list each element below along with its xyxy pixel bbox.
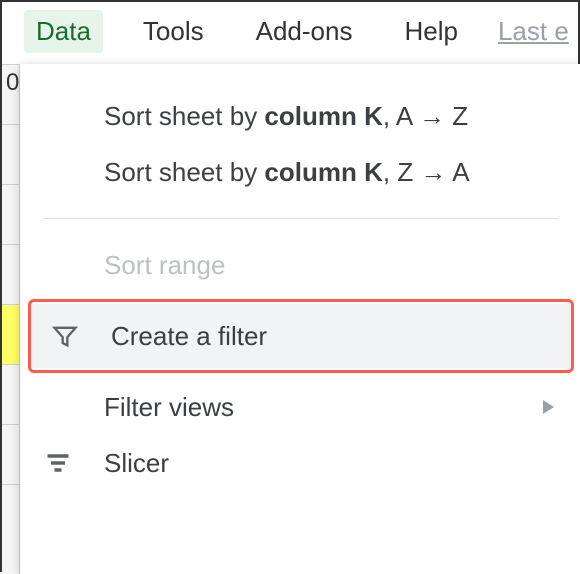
cell-partial	[2, 484, 19, 544]
menu-slicer-label: Slicer	[104, 448, 554, 479]
last-edit-link[interactable]: Last e	[498, 16, 569, 47]
cell-partial	[2, 124, 19, 184]
menu-sort-az-label: Sort sheet by column K, A → Z	[104, 101, 554, 132]
menu-sort-az[interactable]: Sort sheet by column K, A → Z	[20, 88, 580, 144]
slicer-icon	[44, 449, 104, 477]
spreadsheet-background: 0	[2, 64, 20, 574]
menubar: Data Tools Add-ons Help Last e	[2, 2, 578, 61]
menu-slicer[interactable]: Slicer	[20, 435, 580, 491]
highlight-box: Create a filter	[28, 299, 574, 373]
menu-divider	[44, 218, 558, 219]
menu-filter-views-label: Filter views	[104, 392, 524, 423]
menu-filter-views[interactable]: Filter views	[20, 379, 580, 435]
menu-sort-za[interactable]: Sort sheet by column K, Z → A	[20, 144, 580, 200]
menu-sort-range-label: Sort range	[104, 250, 554, 281]
menu-sort-range: Sort range	[20, 237, 580, 293]
filter-icon	[51, 322, 111, 350]
menu-tools[interactable]: Tools	[131, 10, 216, 53]
cell-partial-yellow	[2, 304, 19, 364]
submenu-arrow-icon	[524, 400, 554, 414]
menu-data[interactable]: Data	[24, 10, 103, 53]
menu-create-filter[interactable]: Create a filter	[31, 304, 571, 368]
data-dropdown-menu: Sort sheet by column K, A → Z Sort sheet…	[20, 64, 580, 574]
cell-partial: 0	[2, 64, 19, 124]
menu-help[interactable]: Help	[392, 10, 469, 53]
menu-addons[interactable]: Add-ons	[244, 10, 365, 53]
cell-partial	[2, 184, 19, 244]
cell-partial	[2, 424, 19, 484]
menu-sort-za-label: Sort sheet by column K, Z → A	[104, 157, 554, 188]
cell-partial	[2, 244, 19, 304]
menu-create-filter-label: Create a filter	[111, 321, 543, 352]
cell-partial	[2, 364, 19, 424]
